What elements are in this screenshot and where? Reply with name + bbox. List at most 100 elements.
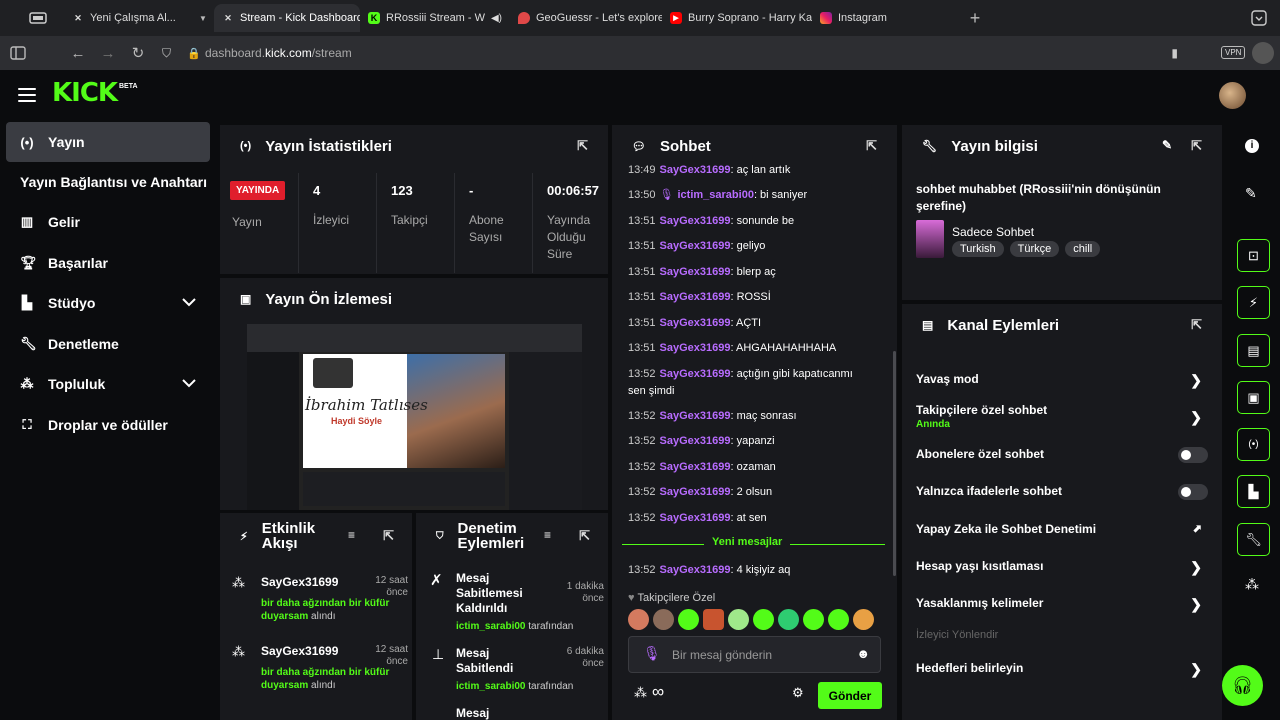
action-set-goals[interactable]: Hedefleri belirleyin ❯: [916, 661, 1208, 677]
action-subscriber-chat[interactable]: Abonelere özel sohbet: [916, 447, 1208, 463]
support-chat-button[interactable]: 🎧︎: [1222, 665, 1263, 706]
popout-icon[interactable]: ⇱: [577, 138, 588, 154]
emote-icon[interactable]: [628, 609, 649, 630]
sidebar-item-studyo[interactable]: ▙ Stüdyo: [6, 283, 210, 323]
user-avatar[interactable]: [1219, 82, 1246, 109]
action-banned-words[interactable]: Yasaklanmış kelimeler ❯: [916, 596, 1208, 612]
subscriber-chat-toggle[interactable]: [1178, 447, 1208, 463]
tab-yeni-calisma[interactable]: ✕ Yeni Çalışma Al...: [64, 4, 196, 32]
toolbar-notes-button[interactable]: ▤: [1237, 334, 1270, 367]
chat-user[interactable]: ictim_sarabi00: [678, 189, 754, 201]
chat-user[interactable]: SayGex31699: [660, 368, 731, 380]
action-follower-chat[interactable]: Takipçilere özel sohbet Anında ❯: [916, 403, 1208, 430]
shield-icon[interactable]: ⛉: [162, 46, 171, 61]
sidebar-item-droplar[interactable]: ⛶ Droplar ve ödüller: [6, 405, 210, 445]
emote-icon[interactable]: [778, 609, 799, 630]
chat-user[interactable]: SayGex31699: [660, 564, 731, 576]
speaker-icon[interactable]: ◀): [491, 13, 502, 24]
tab-geoguessr[interactable]: GeoGuessr - Let's explore: [510, 4, 662, 32]
chat-user[interactable]: SayGex31699: [660, 266, 731, 278]
toolbar-lightning-button[interactable]: ⚡︎: [1237, 286, 1270, 319]
stream-preview-video[interactable]: İbrahim Tatlıses Haydi Söyle: [247, 324, 582, 510]
tab-kick-dashboard[interactable]: ✕ Stream - Kick Dashboard: [214, 4, 360, 32]
category-name[interactable]: Sadece Sohbet: [952, 225, 1034, 239]
sidebar-toggle-icon[interactable]: [3, 38, 33, 68]
emote-icon[interactable]: [678, 609, 699, 630]
close-icon[interactable]: ✕: [222, 12, 234, 24]
category-thumbnail[interactable]: [916, 220, 944, 258]
action-emote-chat[interactable]: Yalnızca ifadelerle sohbet: [916, 484, 1208, 500]
infinity-icon[interactable]: ∞: [652, 682, 664, 702]
popout-icon[interactable]: ⇱: [579, 528, 590, 544]
settings-gear-icon[interactable]: ⚙: [792, 685, 804, 701]
reload-icon[interactable]: ↻: [123, 38, 153, 68]
profile-icon[interactable]: [1252, 42, 1274, 64]
emote-icon[interactable]: [828, 609, 849, 630]
popout-icon[interactable]: ⇱: [1191, 317, 1202, 333]
chat-user[interactable]: SayGex31699: [660, 410, 731, 422]
vpn-badge[interactable]: VPN: [1221, 46, 1246, 59]
popout-icon[interactable]: ⇱: [866, 138, 877, 154]
forward-icon[interactable]: →: [93, 38, 123, 68]
emote-icon[interactable]: [653, 609, 674, 630]
tab-rrossiii-stream[interactable]: K RRossiii Stream - Watc ◀): [360, 4, 510, 32]
chat-scrollbar[interactable]: [893, 351, 896, 576]
downloads-icon[interactable]: [1244, 3, 1274, 33]
filter-icon[interactable]: ≡: [544, 528, 551, 542]
emote-chat-toggle[interactable]: [1178, 484, 1208, 500]
action-slow-mode[interactable]: Yavaş mod ❯: [916, 372, 1208, 388]
chat-input[interactable]: 🎙︎ Bir mesaj gönderin ☻: [628, 636, 881, 673]
toolbar-broadcast-button[interactable]: (•): [1237, 428, 1270, 461]
sidebar-item-stream-key[interactable]: Yayın Bağlantısı ve Anahtarı: [6, 162, 210, 202]
sidebar-item-yayin[interactable]: (•) Yayın: [6, 122, 210, 162]
sidebar-item-basarilar[interactable]: 🏆︎ Başarılar: [6, 243, 210, 283]
sidebar-item-denetleme[interactable]: 🔧︎ Denetleme: [6, 324, 210, 364]
chat-user[interactable]: SayGex31699: [660, 512, 731, 524]
community-icon[interactable]: ⁂: [634, 685, 647, 701]
sidebar-item-topluluk[interactable]: ⁂ Topluluk: [6, 364, 210, 404]
action-account-age[interactable]: Hesap yaşı kısıtlaması ❯: [916, 559, 1208, 575]
bookmark-icon[interactable]: ▮: [1171, 46, 1178, 60]
new-tab-icon[interactable]: +: [960, 3, 990, 33]
chat-user[interactable]: SayGex31699: [660, 165, 731, 176]
chat-user[interactable]: SayGex31699: [660, 461, 731, 473]
toolbar-wrench-button[interactable]: 🔧︎: [1237, 523, 1270, 556]
tab-youtube[interactable]: ▶ Burry Soprano - Harry Kan: [662, 4, 812, 32]
emote-icon[interactable]: [853, 609, 874, 630]
emote-icon[interactable]: [728, 609, 749, 630]
toolbar-layout-button[interactable]: ▙: [1237, 475, 1270, 508]
chat-user[interactable]: SayGex31699: [660, 291, 731, 303]
kick-logo[interactable]: KICK: [52, 78, 118, 108]
popout-icon[interactable]: ⇱: [1191, 138, 1202, 154]
info-icon[interactable]: i: [1245, 139, 1259, 153]
community-icon[interactable]: ⁂: [1245, 576, 1259, 593]
emote-icon[interactable]: [803, 609, 824, 630]
back-icon[interactable]: ←: [63, 38, 93, 68]
edit-pencil-icon[interactable]: ✎: [1162, 138, 1172, 152]
toolbar-chat-button[interactable]: ▣: [1237, 381, 1270, 414]
chat-user[interactable]: SayGex31699: [660, 215, 731, 227]
edit-pencil-icon[interactable]: ✎: [1245, 185, 1257, 202]
chat-user[interactable]: SayGex31699: [660, 435, 731, 447]
filter-icon[interactable]: ≡: [348, 528, 355, 542]
chevron-down-icon[interactable]: ▼: [196, 3, 210, 33]
popout-icon[interactable]: ⇱: [383, 528, 394, 544]
tag[interactable]: chill: [1065, 241, 1101, 257]
emote-icon[interactable]: [703, 609, 724, 630]
url-bar[interactable]: ⛉ 🔒 dashboard.kick.com/stream ▮: [160, 41, 1210, 65]
chat-user[interactable]: SayGex31699: [660, 486, 731, 498]
sidebar-item-gelir[interactable]: ▥ Gelir: [6, 202, 210, 242]
action-ai-moderation[interactable]: Yapay Zeka ile Sohbet Denetimi ⬈: [916, 522, 1208, 536]
tab-overview-icon[interactable]: [12, 3, 64, 33]
tab-instagram[interactable]: Instagram: [812, 4, 960, 32]
tag[interactable]: Turkish: [952, 241, 1004, 257]
tag[interactable]: Türkçe: [1009, 241, 1060, 257]
emote-icon[interactable]: [753, 609, 774, 630]
hamburger-menu-icon[interactable]: [18, 88, 36, 102]
chat-user[interactable]: SayGex31699: [660, 317, 731, 329]
chat-user[interactable]: SayGex31699: [660, 240, 731, 252]
send-button[interactable]: Gönder: [818, 682, 882, 709]
toolbar-camera-button[interactable]: ⊡: [1237, 239, 1270, 272]
chat-user[interactable]: SayGex31699: [660, 342, 731, 354]
emoji-icon[interactable]: ☻: [856, 646, 870, 661]
